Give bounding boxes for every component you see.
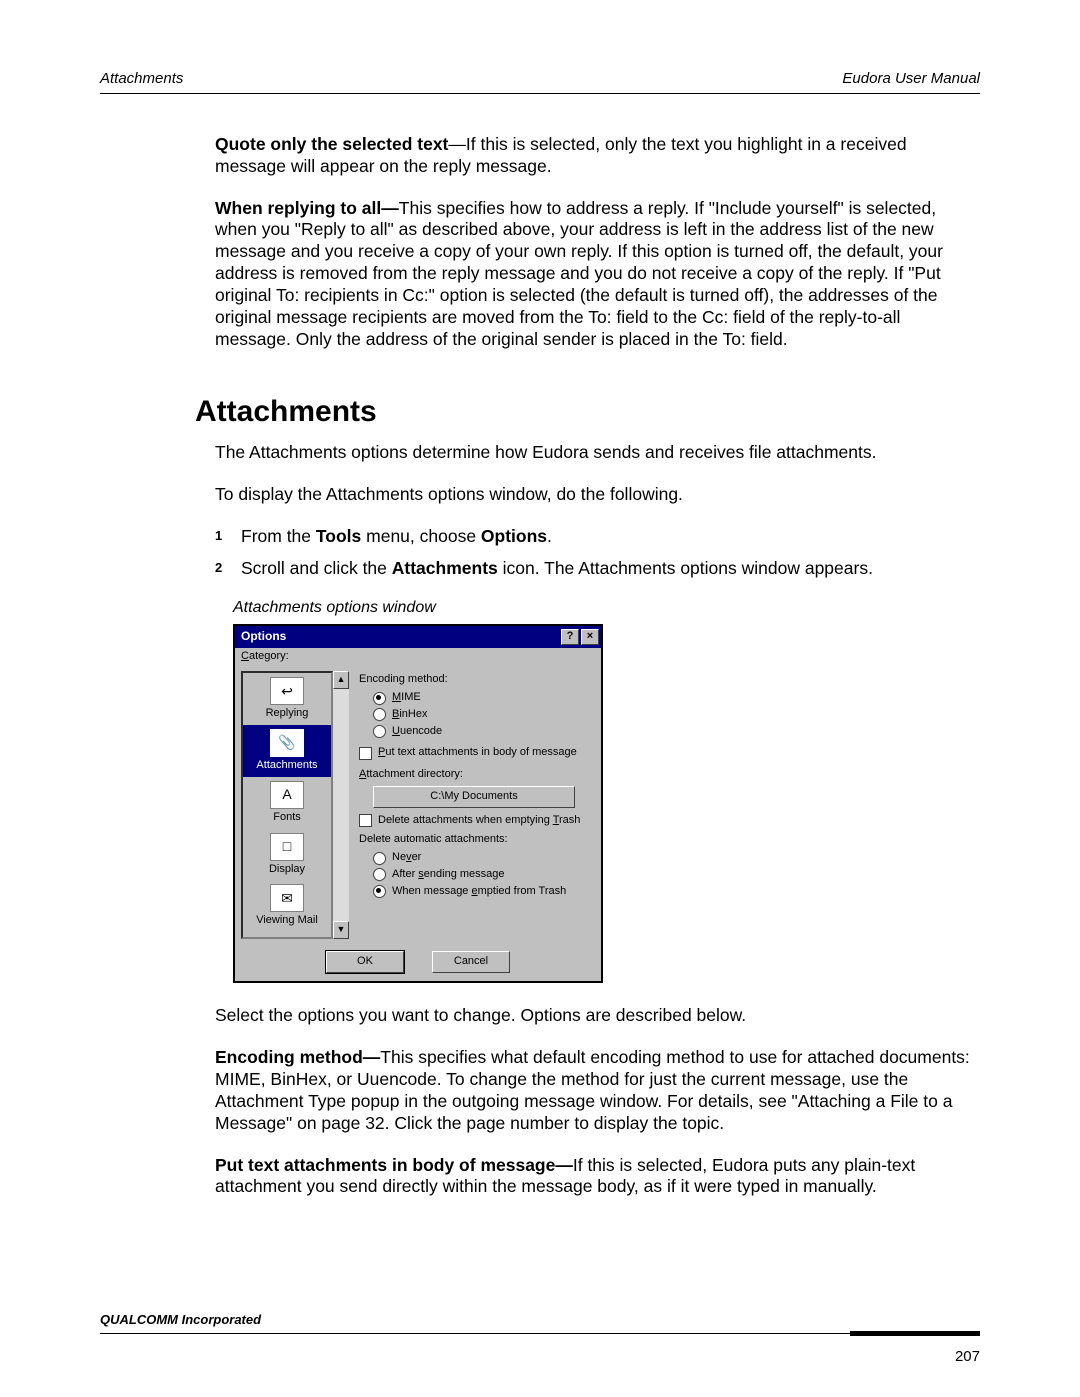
page-footer: QUALCOMM Incorporated: [100, 1312, 980, 1337]
step-text: From the Tools menu, choose Options.: [241, 526, 980, 548]
para-puttext: Put text attachments in body of message—…: [215, 1155, 980, 1199]
category-viewing-mail[interactable]: ✉ Viewing Mail: [243, 880, 331, 932]
encoding-bold: Encoding method—: [215, 1047, 380, 1067]
radio-never[interactable]: Never: [373, 851, 591, 865]
para-reply: When replying to all—This specifies how …: [215, 198, 980, 351]
category-label-text: Replying: [245, 707, 329, 721]
encoding-method-label: Encoding method:: [359, 673, 591, 687]
radio-icon: [373, 885, 386, 898]
category-attachments[interactable]: 📎 Attachments: [243, 725, 331, 777]
settings-pane: Encoding method: MIME BinHex Uuencode: [349, 671, 595, 939]
dialog-buttons: OK Cancel: [235, 945, 601, 981]
section-heading: Attachments: [195, 393, 980, 431]
attachment-directory-label: Attachment directory:: [359, 768, 591, 782]
attachment-directory-button[interactable]: C:\My Documents: [373, 786, 575, 808]
category-label: Category:: [235, 648, 601, 666]
ok-button[interactable]: OK: [326, 951, 404, 973]
step-2: 2 Scroll and click the Attachments icon.…: [215, 558, 980, 580]
radio-after-sending[interactable]: After sending message: [373, 868, 591, 882]
radio-icon: [373, 868, 386, 881]
radio-icon: [373, 692, 386, 705]
category-sidebar: ↩ Replying 📎 Attachments A Fonts: [241, 671, 349, 939]
radio-uuencode[interactable]: Uuencode: [373, 725, 591, 739]
close-button[interactable]: ×: [581, 629, 599, 645]
step-num: 2: [215, 558, 241, 580]
delete-auto-label: Delete automatic attachments:: [359, 833, 591, 847]
checkbox-icon: [359, 814, 372, 827]
footer-company: QUALCOMM Incorporated: [100, 1312, 261, 1328]
category-list[interactable]: ↩ Replying 📎 Attachments A Fonts: [241, 671, 333, 939]
scroll-down-button[interactable]: ▼: [333, 921, 349, 939]
radio-when-emptied[interactable]: When message emptied from Trash: [373, 885, 591, 899]
checkbox-put-text[interactable]: Put text attachments in body of message: [359, 746, 591, 760]
checkbox-icon: [359, 747, 372, 760]
step-num: 1: [215, 526, 241, 548]
titlebar: Options ? ×: [235, 626, 601, 648]
reply-bold: When replying to all—: [215, 198, 399, 218]
steps-list: 1 From the Tools menu, choose Options. 2…: [215, 526, 980, 580]
scroll-up-button[interactable]: ▲: [333, 671, 349, 689]
cancel-button[interactable]: Cancel: [432, 951, 510, 973]
step-text: Scroll and click the Attachments icon. T…: [241, 558, 980, 580]
scroll-track[interactable]: [333, 689, 349, 921]
section-p2: To display the Attachments options windo…: [215, 484, 980, 506]
radio-icon: [373, 852, 386, 865]
para-encoding: Encoding method—This specifies what defa…: [215, 1047, 980, 1135]
footer-rule: [100, 1331, 980, 1337]
radio-icon: [373, 725, 386, 738]
reply-text: This specifies how to address a reply. I…: [215, 198, 943, 349]
section-p1: The Attachments options determine how Eu…: [215, 442, 980, 464]
help-button[interactable]: ?: [561, 629, 579, 645]
manual-page: Attachments Eudora User Manual Quote onl…: [0, 0, 1080, 1397]
para-quote: Quote only the selected text—If this is …: [215, 134, 980, 178]
viewing-mail-icon: ✉: [270, 884, 304, 912]
dialog-title: Options: [241, 629, 559, 644]
category-scrollbar[interactable]: ▲ ▼: [333, 671, 349, 939]
page-header: Attachments Eudora User Manual: [100, 70, 980, 94]
category-replying[interactable]: ↩ Replying: [243, 673, 331, 725]
display-icon: □: [270, 833, 304, 861]
radio-mime[interactable]: MIME: [373, 691, 591, 705]
header-right: Eudora User Manual: [842, 70, 980, 89]
category-label-text: Viewing Mail: [245, 914, 329, 928]
checkbox-delete-trash[interactable]: Delete attachments when emptying Trash: [359, 814, 591, 828]
category-label-text: Display: [245, 863, 329, 877]
after-p1: Select the options you want to change. O…: [215, 1005, 980, 1027]
page-number: 207: [955, 1348, 980, 1367]
fonts-icon: A: [270, 781, 304, 809]
category-label-text: Attachments: [245, 759, 329, 773]
puttext-bold: Put text attachments in body of message—: [215, 1155, 573, 1175]
figure-caption: Attachments options window: [233, 598, 980, 618]
attachments-icon: 📎: [270, 729, 304, 757]
step-1: 1 From the Tools menu, choose Options.: [215, 526, 980, 548]
quote-bold: Quote only the selected text: [215, 134, 448, 154]
options-dialog: Options ? × Category: ↩ Replying: [233, 624, 603, 984]
category-fonts[interactable]: A Fonts: [243, 777, 331, 829]
category-label-text: Fonts: [245, 811, 329, 825]
radio-binhex[interactable]: BinHex: [373, 708, 591, 722]
radio-icon: [373, 708, 386, 721]
header-left: Attachments: [100, 70, 183, 89]
replying-icon: ↩: [270, 677, 304, 705]
category-display[interactable]: □ Display: [243, 829, 331, 881]
